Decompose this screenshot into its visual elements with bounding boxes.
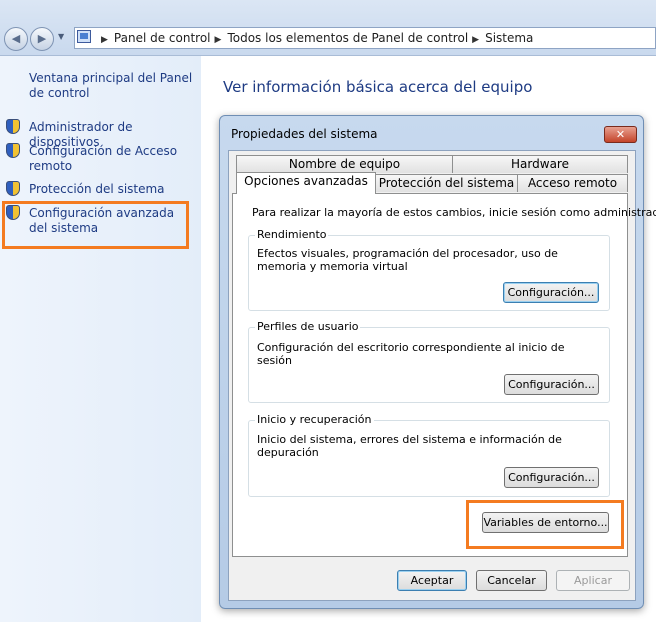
- performance-settings-button[interactable]: Configuración...: [503, 282, 599, 303]
- user-profiles-group-label: Perfiles de usuario: [255, 320, 361, 333]
- address-bar[interactable]: ▶ Panel de control ▶ Todos los elementos de…: [74, 27, 656, 49]
- breadcrumb-system[interactable]: Sistema: [485, 31, 533, 45]
- uac-shield-icon: [6, 181, 20, 196]
- startup-recovery-settings-button[interactable]: Configuración...: [504, 467, 599, 488]
- back-button[interactable]: ◀: [4, 27, 28, 51]
- recent-pages-dropdown-icon[interactable]: ▼: [58, 32, 64, 41]
- control-panel-icon: [77, 30, 91, 43]
- performance-description: Efectos visuales, programación del proce…: [257, 247, 558, 273]
- system-protection-link[interactable]: Protección del sistema: [29, 182, 199, 197]
- tab-advanced-options[interactable]: Opciones avanzadas: [236, 172, 376, 194]
- highlight-environment-variables: [466, 500, 624, 549]
- apply-button[interactable]: Aplicar: [556, 570, 630, 591]
- highlight-advanced-settings: [2, 201, 189, 249]
- startup-recovery-group-label: Inicio y recuperación: [255, 413, 374, 426]
- tab-system-protection[interactable]: Protección del sistema: [375, 174, 518, 192]
- tab-remote-access[interactable]: Acceso remoto: [517, 174, 628, 192]
- startup-recovery-description: Inicio del sistema, errores del sistema …: [257, 433, 562, 459]
- close-icon[interactable]: ✕: [604, 126, 637, 143]
- breadcrumb-separator-icon[interactable]: ▶: [215, 35, 222, 45]
- tab-computer-name[interactable]: Nombre de equipo: [236, 155, 453, 173]
- control-panel-home-link[interactable]: Ventana principal del Panel de control: [29, 71, 199, 101]
- breadcrumb-all-items[interactable]: Todos los elementos de Panel de control: [227, 31, 468, 45]
- breadcrumb-separator-icon[interactable]: ▶: [101, 35, 108, 45]
- user-profiles-description: Configuración del escritorio correspondi…: [257, 341, 565, 367]
- remote-settings-link[interactable]: Configuración de Acceso remoto: [29, 144, 179, 174]
- uac-shield-icon: [6, 143, 20, 158]
- address-toolbar: ◀ ▶ ▼ ▶ Panel de control ▶ Todos los elemen…: [0, 0, 656, 56]
- ok-button[interactable]: Aceptar: [397, 570, 467, 591]
- breadcrumb-separator-icon[interactable]: ▶: [472, 35, 479, 45]
- uac-shield-icon: [6, 119, 20, 134]
- breadcrumb-control-panel[interactable]: Panel de control: [114, 31, 211, 45]
- cancel-button[interactable]: Cancelar: [476, 570, 547, 591]
- forward-button[interactable]: ▶: [30, 27, 54, 51]
- performance-group-label: Rendimiento: [255, 228, 329, 241]
- admin-note: Para realizar la mayoría de estos cambio…: [252, 206, 656, 219]
- tab-hardware[interactable]: Hardware: [452, 155, 628, 173]
- page-title: Ver información básica acerca del equipo: [223, 78, 533, 96]
- breadcrumb: ▶ Panel de control ▶ Todos los elementos de…: [97, 31, 533, 45]
- user-profiles-settings-button[interactable]: Configuración...: [504, 374, 599, 395]
- dialog-title: Propiedades del sistema: [231, 127, 378, 141]
